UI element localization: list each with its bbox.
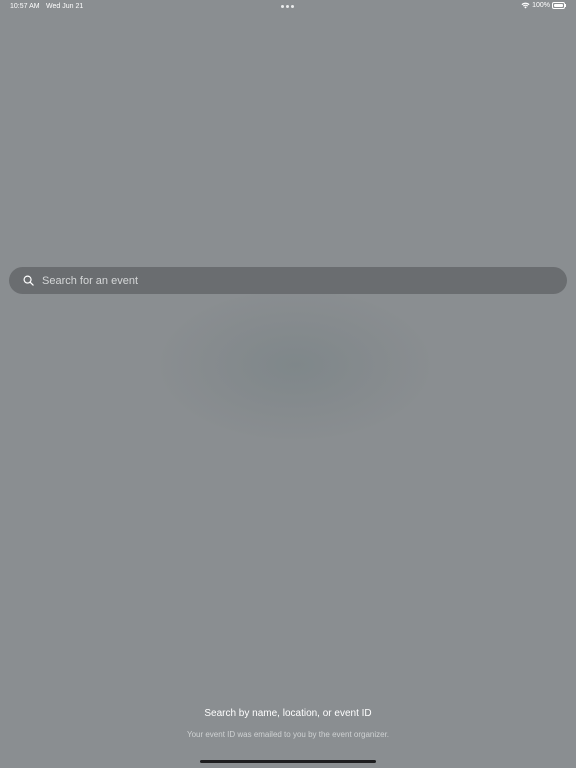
hint-subtitle: Your event ID was emailed to you by the … bbox=[186, 730, 390, 739]
search-icon bbox=[23, 275, 42, 286]
status-bar: 10:57 AM Wed Jun 21 100% bbox=[0, 0, 576, 14]
ellipsis-icon[interactable] bbox=[281, 5, 294, 8]
search-input[interactable] bbox=[42, 274, 567, 287]
home-indicator[interactable] bbox=[200, 760, 376, 763]
wifi-icon bbox=[521, 2, 530, 9]
hint-title: Search by name, location, or event ID bbox=[204, 708, 372, 719]
status-date: Wed Jun 21 bbox=[46, 3, 84, 10]
background-blur bbox=[160, 290, 430, 440]
status-indicators: 100% bbox=[521, 2, 566, 9]
battery-icon bbox=[552, 2, 566, 9]
battery-percent: 100% bbox=[532, 2, 550, 9]
status-time: 10:57 AM bbox=[10, 3, 40, 10]
search-bar[interactable] bbox=[9, 267, 567, 294]
